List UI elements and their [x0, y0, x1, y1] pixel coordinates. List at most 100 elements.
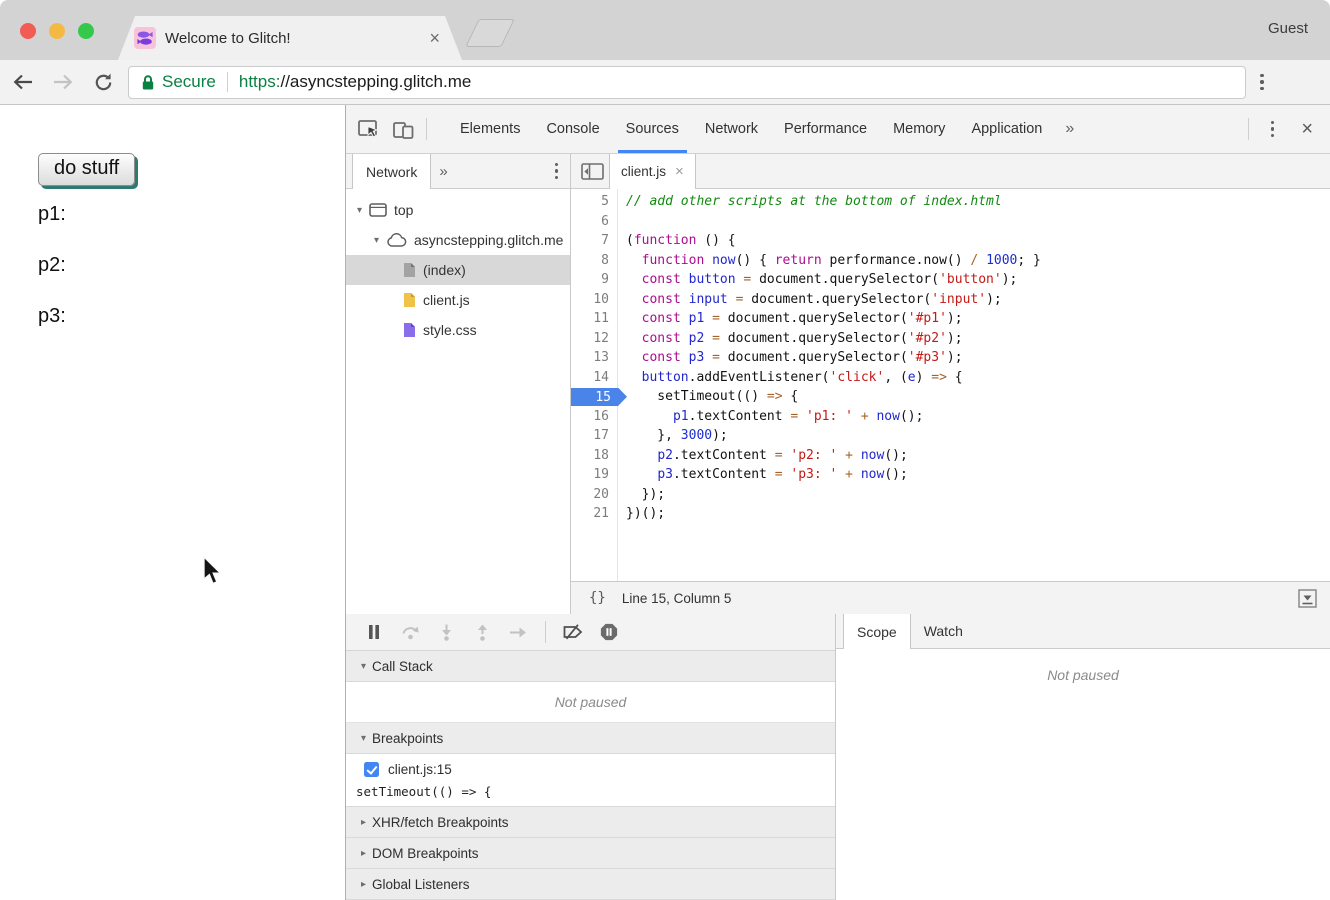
code-text[interactable]: (function () { — [617, 231, 736, 251]
code-text[interactable]: }, 3000); — [617, 426, 728, 446]
pretty-print-icon[interactable]: {} — [589, 590, 606, 606]
step-out-icon[interactable] — [464, 614, 500, 650]
tab-application[interactable]: Application — [958, 105, 1055, 153]
inspect-element-icon[interactable] — [352, 112, 386, 146]
global-listeners-section-header[interactable]: ▸ Global Listeners — [346, 869, 835, 900]
tab-watch[interactable]: Watch — [911, 614, 976, 648]
line-number[interactable]: 10 — [571, 290, 617, 310]
navigator-tab-network[interactable]: Network — [352, 154, 431, 189]
xhr-breakpoints-section-header[interactable]: ▸ XHR/fetch Breakpoints — [346, 807, 835, 838]
tab-sources[interactable]: Sources — [613, 105, 692, 153]
editor-tab-close-icon[interactable]: × — [675, 163, 684, 180]
line-number[interactable]: 9 — [571, 270, 617, 290]
line-number[interactable]: 19 — [571, 465, 617, 485]
tree-item-top[interactable]: ▾top — [346, 195, 570, 225]
call-stack-section-header[interactable]: ▾ Call Stack — [346, 651, 835, 682]
tree-item-label: client.js — [423, 292, 470, 308]
line-number[interactable]: 16 — [571, 407, 617, 427]
browser-menu-icon[interactable] — [1260, 74, 1264, 91]
devtools-menu-icon[interactable] — [1255, 112, 1289, 146]
deactivate-breakpoints-icon[interactable] — [555, 614, 591, 650]
line-number[interactable]: 8 — [571, 251, 617, 271]
back-icon[interactable] — [6, 65, 40, 99]
line-number[interactable]: 5 — [571, 192, 617, 212]
line-number[interactable]: 17 — [571, 426, 617, 446]
browser-tab[interactable]: Welcome to Glitch! × — [118, 16, 462, 60]
step-over-icon[interactable] — [392, 614, 428, 650]
breakpoint-entry[interactable]: client.js:15 setTimeout(() => { — [346, 754, 835, 807]
code-editor[interactable]: 5// add other scripts at the bottom of i… — [571, 189, 1330, 581]
code-text[interactable]: const p3 = document.querySelector('#p3')… — [617, 348, 963, 368]
step-into-icon[interactable] — [428, 614, 464, 650]
breakpoints-section-header[interactable]: ▾ Breakpoints — [346, 723, 835, 754]
pause-on-exceptions-icon[interactable] — [591, 614, 627, 650]
line-number[interactable]: 20 — [571, 485, 617, 505]
code-text[interactable]: const input = document.querySelector('in… — [617, 290, 1002, 310]
show-drawer-icon[interactable] — [1298, 589, 1317, 611]
line-number[interactable]: 12 — [571, 329, 617, 349]
line-number[interactable]: 6 — [571, 212, 617, 232]
do-stuff-button[interactable]: do stuff — [38, 153, 135, 186]
code-text[interactable]: })(); — [617, 504, 665, 524]
line-number[interactable]: 21 — [571, 504, 617, 524]
breakpoint-checkbox[interactable] — [364, 762, 379, 777]
code-text[interactable] — [617, 212, 626, 232]
step-icon[interactable] — [500, 614, 536, 650]
device-toolbar-icon[interactable] — [386, 112, 420, 146]
forward-icon[interactable] — [46, 65, 80, 99]
code-line-15: 15 setTimeout(() => { — [571, 387, 1330, 407]
tab-elements[interactable]: Elements — [447, 105, 533, 153]
tree-item--index-[interactable]: (index) — [346, 255, 570, 285]
code-text[interactable]: setTimeout(() => { — [617, 387, 798, 407]
code-text[interactable]: }); — [617, 485, 665, 505]
tree-item-client.js[interactable]: client.js — [346, 285, 570, 315]
breakpoint-code-snippet[interactable]: setTimeout(() => { — [356, 784, 825, 799]
profile-label[interactable]: Guest — [1268, 20, 1308, 37]
chevron-down-icon[interactable]: ▾ — [352, 205, 367, 216]
line-number[interactable]: 18 — [571, 446, 617, 466]
line-number[interactable]: 14 — [571, 368, 617, 388]
pause-script-icon[interactable] — [356, 614, 392, 650]
reload-icon[interactable] — [86, 65, 120, 99]
zoom-window-button[interactable] — [78, 23, 94, 39]
more-tabs-icon[interactable]: » — [1055, 120, 1084, 138]
close-window-button[interactable] — [20, 23, 36, 39]
tab-network[interactable]: Network — [692, 105, 771, 153]
new-tab-button[interactable] — [465, 19, 515, 47]
breakpoints-title: Breakpoints — [372, 731, 443, 746]
tree-item-asyncstepping.glitch.me[interactable]: ▾asyncstepping.glitch.me — [346, 225, 570, 255]
tab-performance[interactable]: Performance — [771, 105, 880, 153]
line-number[interactable]: 11 — [571, 309, 617, 329]
editor-tab-clientjs[interactable]: client.js × — [609, 154, 696, 189]
code-text[interactable]: const button = document.querySelector('b… — [617, 270, 1017, 290]
code-text[interactable]: p3.textContent = 'p3: ' + now(); — [617, 465, 908, 485]
tab-console[interactable]: Console — [533, 105, 612, 153]
breakpoint-arrow-badge[interactable]: 15 — [571, 388, 627, 407]
breakpoint-gutter-badge[interactable]: 15 — [571, 387, 617, 407]
tree-item-style.css[interactable]: style.css — [346, 315, 570, 345]
chevron-down-icon[interactable]: ▾ — [369, 235, 384, 246]
code-text[interactable]: button.addEventListener('click', (e) => … — [617, 368, 963, 388]
toggle-navigator-icon[interactable] — [575, 154, 609, 188]
tab-close-icon[interactable]: × — [429, 29, 440, 47]
code-text[interactable]: p1.textContent = 'p1: ' + now(); — [617, 407, 923, 427]
navigator-more-tabs-icon[interactable]: » — [431, 154, 455, 188]
code-text[interactable]: // add other scripts at the bottom of in… — [617, 192, 1002, 212]
sources-main: Network » ▾top▾asyncstepping.glitch.me(i… — [346, 154, 1330, 614]
tab-memory[interactable]: Memory — [880, 105, 958, 153]
tab-scope[interactable]: Scope — [843, 614, 911, 649]
dom-breakpoints-section-header[interactable]: ▸ DOM Breakpoints — [346, 838, 835, 869]
code-text[interactable]: const p1 = document.querySelector('#p1')… — [617, 309, 963, 329]
paragraph-label-p3: p3: — [38, 305, 66, 328]
address-bar[interactable]: Secure https://asyncstepping.glitch.me — [128, 66, 1246, 99]
navigator-menu-icon[interactable] — [555, 154, 571, 188]
line-number[interactable]: 7 — [571, 231, 617, 251]
code-text[interactable]: p2.textContent = 'p2: ' + now(); — [617, 446, 908, 466]
code-text[interactable]: const p2 = document.querySelector('#p2')… — [617, 329, 963, 349]
breakpoint-location-label[interactable]: client.js:15 — [388, 762, 452, 777]
file-purple-icon — [403, 322, 416, 338]
minimize-window-button[interactable] — [49, 23, 65, 39]
line-number[interactable]: 13 — [571, 348, 617, 368]
devtools-close-icon[interactable]: × — [1289, 118, 1330, 141]
code-text[interactable]: function now() { return performance.now(… — [617, 251, 1041, 271]
